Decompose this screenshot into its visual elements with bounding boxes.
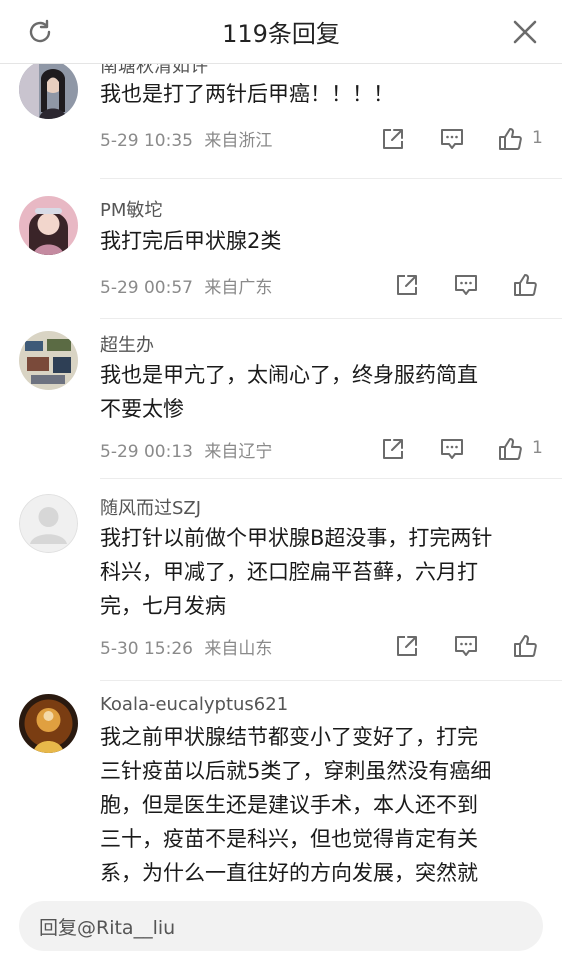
divider (100, 318, 562, 319)
avatar[interactable] (19, 694, 78, 753)
timestamp: 5-29 00:13 (100, 442, 193, 462)
comment-line: 我打针以前做个甲状腺B超没事，打完两针 (100, 526, 493, 550)
avatar[interactable] (19, 494, 78, 553)
thumbs-up-icon[interactable] (497, 436, 523, 462)
comment-icon[interactable] (439, 436, 465, 462)
avatar[interactable] (19, 331, 78, 390)
list-item: 随风而过SZJ 我打针以前做个甲状腺B超没事，打完两针 科兴，甲减了，还口腔扁平… (0, 484, 562, 684)
page-title: 119条回复 (222, 20, 340, 48)
thumbs-up-icon[interactable] (497, 126, 523, 152)
comment-meta: 5-29 00:57 来自广东 (100, 273, 272, 298)
divider (100, 680, 562, 681)
username[interactable]: 随风而过SZJ (100, 494, 201, 520)
share-icon[interactable] (380, 436, 406, 462)
share-icon[interactable] (394, 633, 420, 659)
comment-meta: 5-30 15:26 来自山东 (100, 634, 272, 659)
comment-line: 不要太惨 (100, 397, 184, 421)
timestamp: 5-29 00:57 (100, 278, 193, 298)
location: 来自山东 (204, 639, 273, 659)
comment-meta: 5-29 00:13 来自辽宁 (100, 437, 272, 462)
comment-line: 完，七月发病 (100, 594, 226, 618)
comment-line: 我也是甲亢了，太闹心了，终身服药简直 (100, 363, 478, 387)
list-item: 超生办 我也是甲亢了，太闹心了，终身服药简直 不要太惨 5-29 00:13 来… (0, 321, 562, 481)
comment-icon[interactable] (453, 633, 479, 659)
avatar[interactable] (19, 196, 78, 255)
divider (100, 478, 562, 479)
close-icon[interactable] (512, 19, 538, 45)
list-item: PM敏坨 我打完后甲状腺2类 5-29 00:57 来自广东 (0, 186, 562, 321)
comment-line: 三十，疫苗不是科兴，但也觉得肯定有关 (100, 827, 478, 851)
comment-text: 我打完后甲状腺2类 (100, 229, 282, 253)
comment-line: 三针疫苗以后就5类了，穿刺虽然没有癌细 (100, 759, 492, 783)
comment-icon[interactable] (439, 126, 465, 152)
thumbs-up-icon[interactable] (512, 633, 538, 659)
reply-list[interactable]: 南塘秋清如许 我也是打了两针后甲癌！！！！ 5-29 10:35 来自浙江 1 (0, 64, 562, 890)
comment-line: 科兴，甲减了，还口腔扁平苔藓，六月打 (100, 560, 478, 584)
location: 来自辽宁 (204, 442, 273, 462)
share-icon[interactable] (394, 272, 420, 298)
location: 来自浙江 (204, 131, 273, 151)
list-item: Koala-eucalyptus621 我之前甲状腺结节都变小了变好了，打完 三… (0, 684, 562, 890)
reply-placeholder: 回复@Rita__liu (39, 917, 176, 939)
username[interactable]: Koala-eucalyptus621 (100, 694, 288, 715)
username[interactable]: PM敏坨 (100, 196, 162, 222)
comment-line: 胞，但是医生还是建议手术，本人还不到 (100, 793, 478, 817)
comment-text: 我之前甲状腺结节都变小了变好了，打完 三针疫苗以后就5类了，穿刺虽然没有癌细 胞… (100, 720, 540, 890)
comment-text: 我也是甲亢了，太闹心了，终身服药简直 不要太惨 (100, 358, 540, 426)
timestamp: 5-30 15:26 (100, 639, 193, 659)
divider (100, 178, 562, 179)
like-count: 1 (532, 438, 543, 458)
comment-text: 我打针以前做个甲状腺B超没事，打完两针 科兴，甲减了，还口腔扁平苔藓，六月打 完… (100, 521, 540, 623)
comment-text: 我也是打了两针后甲癌！！！！ (100, 82, 394, 106)
timestamp: 5-29 10:35 (100, 131, 193, 151)
share-icon[interactable] (380, 126, 406, 152)
comment-icon[interactable] (453, 272, 479, 298)
username[interactable]: 南塘秋清如许 (100, 64, 208, 78)
like-count: 1 (532, 128, 543, 148)
username[interactable]: 超生办 (100, 331, 154, 357)
reply-input[interactable]: 回复@Rita__liu (19, 901, 543, 951)
avatar[interactable] (19, 64, 78, 119)
comment-meta: 5-29 10:35 来自浙江 (100, 126, 272, 151)
comment-line: 系，为什么一直往好的方向发展，突然就 (100, 861, 478, 885)
location: 来自广东 (204, 278, 273, 298)
thumbs-up-icon[interactable] (512, 272, 538, 298)
dialog-header: 119条回复 (0, 0, 562, 64)
comment-line: 我之前甲状腺结节都变小了变好了，打完 (100, 725, 478, 749)
